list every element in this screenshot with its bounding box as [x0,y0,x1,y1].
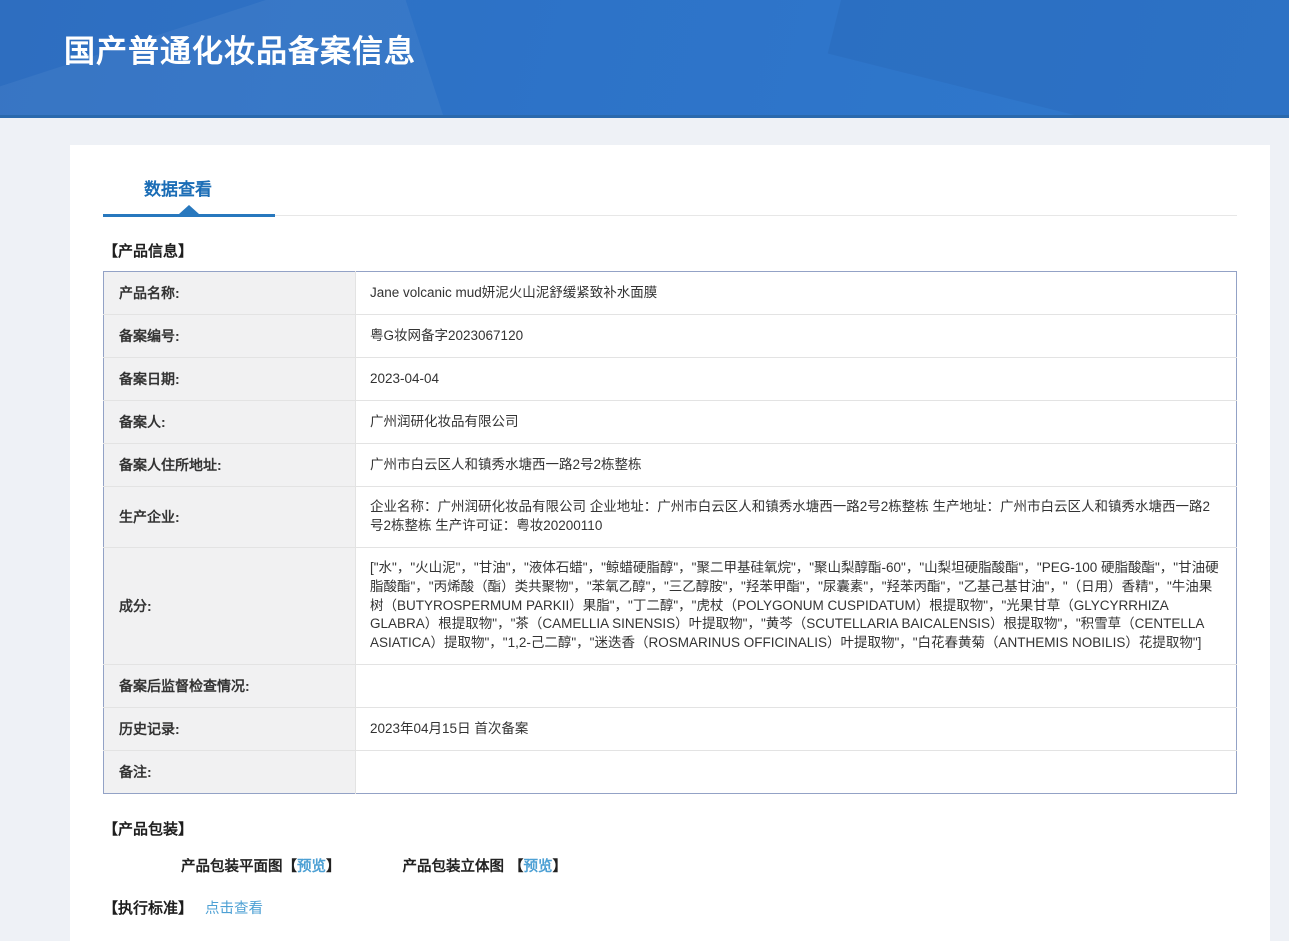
table-row: 备案人: 广州润研化妆品有限公司 [104,401,1237,444]
standard-view-link[interactable]: 点击查看 [205,901,263,917]
table-row: 备案人住所地址: 广州市白云区人和镇秀水塘西一路2号2栋整栋 [104,444,1237,487]
bracket-close: 】 [553,859,568,875]
section-title-product-info: 【产品信息】 [103,240,1237,261]
packaging-flat-item: 产品包装平面图【预览】 [181,855,341,876]
row-label-ingredients: 成分: [104,547,356,664]
table-row: 备案后监督检查情况: [104,665,1237,708]
standard-section: 【执行标准】点击查看 [103,897,1237,918]
product-info-table: 产品名称: Jane volcanic mud妍泥火山泥舒缓紧致补水面膜 备案编… [103,271,1237,794]
section-title-packaging: 【产品包装】 [103,818,1237,839]
tab-bar: 数据查看 [103,175,1237,216]
packaging-stereo-preview-link[interactable]: 预览 [524,859,553,875]
table-row: 生产企业: 企业名称：广州润研化妆品有限公司 企业地址：广州市白云区人和镇秀水塘… [104,487,1237,548]
bracket-open: 【 [509,859,524,875]
bracket-close: 】 [326,859,341,875]
row-value-registration-number: 粤G妆网备字2023067120 [356,315,1237,358]
row-label-registration-number: 备案编号: [104,315,356,358]
row-value-product-name: Jane volcanic mud妍泥火山泥舒缓紧致补水面膜 [356,272,1237,315]
page-header: 国产普通化妆品备案信息 [0,0,1289,118]
row-label-registration-date: 备案日期: [104,358,356,401]
row-label-registrant: 备案人: [104,401,356,444]
table-row: 产品名称: Jane volcanic mud妍泥火山泥舒缓紧致补水面膜 [104,272,1237,315]
row-value-manufacturer: 企业名称：广州润研化妆品有限公司 企业地址：广州市白云区人和镇秀水塘西一路2号2… [356,487,1237,548]
packaging-stereo-item: 产品包装立体图【预览】 [403,855,568,876]
row-label-remarks: 备注: [104,751,356,794]
table-row: 历史记录: 2023年04月15日 首次备案 [104,708,1237,751]
packaging-stereo-label: 产品包装立体图 [403,859,505,875]
content-card: 数据查看 【产品信息】 产品名称: Jane volcanic mud妍泥火山泥… [70,145,1270,941]
row-value-history: 2023年04月15日 首次备案 [356,708,1237,751]
page-title: 国产普通化妆品备案信息 [0,0,1289,71]
row-value-registrant-address: 广州市白云区人和镇秀水塘西一路2号2栋整栋 [356,444,1237,487]
row-value-remarks [356,751,1237,794]
bracket-open: 【 [283,859,298,875]
row-value-registration-date: 2023-04-04 [356,358,1237,401]
table-row: 备注: [104,751,1237,794]
row-label-supervision-check: 备案后监督检查情况: [104,665,356,708]
packaging-row: 产品包装平面图【预览】 产品包装立体图【预览】 [181,855,1237,876]
row-label-manufacturer: 生产企业: [104,487,356,548]
packaging-flat-preview-link[interactable]: 预览 [297,859,326,875]
row-label-product-name: 产品名称: [104,272,356,315]
packaging-flat-label: 产品包装平面图 [181,859,283,875]
row-label-registrant-address: 备案人住所地址: [104,444,356,487]
active-tab-indicator [103,214,275,217]
row-label-history: 历史记录: [104,708,356,751]
table-row: 成分: ["水"，"火山泥"，"甘油"，"液体石蜡"，"鲸蜡硬脂醇"，"聚二甲基… [104,547,1237,664]
row-value-ingredients: ["水"，"火山泥"，"甘油"，"液体石蜡"，"鲸蜡硬脂醇"，"聚二甲基硅氧烷"… [356,547,1237,664]
tab-data-view[interactable]: 数据查看 [144,175,212,200]
table-row: 备案编号: 粤G妆网备字2023067120 [104,315,1237,358]
section-title-standard: 【执行标准】 [103,900,193,917]
row-value-registrant: 广州润研化妆品有限公司 [356,401,1237,444]
row-value-supervision-check [356,665,1237,708]
table-row: 备案日期: 2023-04-04 [104,358,1237,401]
